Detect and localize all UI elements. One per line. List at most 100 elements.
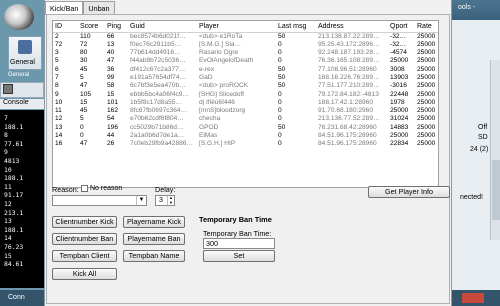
table-row[interactable]: 3 80 40 77b614dd4916… Rasario Ogre 0 92.248.18… [53,49,438,57]
table-cell: 5 [55,57,59,65]
table-row[interactable]: 10 15 101 1b5f8c17d8a55… dj Ifiěú6Î446 0 188.1… [53,98,438,107]
stepper-down-icon[interactable]: ▼ [168,200,174,206]
tempban-client-button[interactable]: Tempban Client [52,250,117,262]
table-cell: e-rex [199,65,215,73]
table-row[interactable]: 13 0 196 cc5029b71b86d… GPOD 50 76.231.68.42:2… [53,123,438,132]
table-cell: 80 [80,49,88,57]
stepper-arrows-icon[interactable]: ▲ ▼ [167,195,174,206]
tempban-name-button[interactable]: Tempban Name [123,250,185,262]
table-cell: 54 [107,115,115,123]
close-button[interactable] [462,293,484,303]
general-tab[interactable]: General [8,36,42,70]
player-list-header: ID Score Ping Guid Player Last msg Address Qpor… [53,21,438,33]
console-line: 213.1 [4,208,24,217]
column-header[interactable]: Score [78,21,105,33]
table-row[interactable]: 72 72 13 f0ec76c2911b5… [S.M.G.] Sla… 0 95.25.… [53,40,438,49]
status-text-off: Off [478,124,488,131]
table-cell: 50 [278,65,286,73]
table-cell: 22448 [390,90,409,98]
console-line: 8 [4,131,8,140]
playername-kick-button[interactable]: Playername Kick [123,216,185,228]
table-cell: 213.136.77.52:289… [318,115,380,123]
table-cell: 14 [55,132,63,140]
table-cell: 0 [278,40,282,48]
table-row[interactable]: 2 110 66 bec8574b6d021f… <dub> e1RoTa 50 213.1… [53,32,438,41]
table-cell: 6 [55,65,59,73]
column-header[interactable]: Address [316,21,388,33]
table-cell: 13 [55,123,63,131]
column-header[interactable]: Last msg [276,21,316,33]
table-cell: 1b5f8c17d8a55… [130,98,183,106]
table-cell: 26 [107,140,115,148]
column-header[interactable]: Guid [128,21,197,33]
table-row[interactable]: 12 5 54 e70b62cdf6f804… checha 0 213.136.77.52… [53,115,438,123]
kick-ban-panel: ID Score Ping Guid Player Last msg Address Qpor… [46,14,450,304]
get-player-info-button[interactable]: Get Player Info [368,186,450,198]
background-window-titlebar: ools - [452,0,500,20]
table-row[interactable]: 14 0 44 2a1a0b6d7de1a… ElMas 0 84.51.96.175:28… [53,132,438,140]
table-cell: GaD [199,73,213,81]
player-list[interactable]: ID Score Ping Guid Player Last msg Address Qpor… [52,20,439,188]
delay-stepper[interactable]: 3 ▲ ▼ [155,195,175,206]
table-cell: f0ec76c2911b5… [130,40,182,48]
status-text-count: 24 (2) [470,146,489,153]
table-cell: ElMas [199,132,218,140]
kick-all-button[interactable]: Kick All [52,268,117,280]
table-row[interactable]: 7 5 99 e191a57654df74… GaD 50 188.16.226.76:28… [53,73,438,82]
table-row[interactable]: 9 105 15 ebbb5bc4a06f4c9… [SHG] Slicedoff 0 79… [53,90,438,99]
temporary-ban-input[interactable]: 300 [203,238,275,249]
table-cell: e191a57654df74… [130,73,187,81]
column-header[interactable]: Ping [105,21,128,33]
table-cell: 25000 [417,98,436,106]
playername-ban-button[interactable]: Playername Ban [123,233,185,245]
table-cell: 40 [107,49,115,57]
connect-button[interactable]: Conn [0,290,44,306]
general-tab-label: General [10,59,35,66]
table-cell: 66 [107,32,115,40]
table-cell: 0 [278,132,282,140]
scrollbar-thumb[interactable] [492,160,500,220]
table-cell: 25000 [417,57,436,65]
table-cell: 196 [107,123,119,131]
console-icon [3,84,13,94]
table-cell: 25000 [417,40,436,48]
table-row[interactable]: 16 47 26 7c0eb29fb9a42886… [S.G.H.] HIP 0 84.5… [53,140,438,148]
delay-value: 3 [159,197,163,204]
table-cell: 45 [80,107,88,115]
right-scrollbar[interactable] [490,60,500,240]
tab-unban[interactable]: Unban [83,1,115,14]
reason-dropdown[interactable]: ▼ [52,195,147,206]
table-cell: 213.138.87.22:289… [318,32,380,40]
table-row[interactable]: 8 47 58 6c7bf3e5ea470b… <dub> proROCK 50 77.51… [53,82,438,90]
table-cell: <dub> proROCK [199,82,249,90]
table-cell: 77.51.177.210:289… [318,82,380,90]
column-header[interactable]: ID [53,21,78,33]
table-row[interactable]: 6 45 36 df412c67c2a377… e-rex 50 77.108.96.51:… [53,65,438,74]
no-reason-checkbox-row[interactable]: No reason [81,185,122,192]
clientnumber-kick-button[interactable]: Clientnumber Kick [52,216,117,228]
table-cell: 77.108.96.51:28960 [318,65,377,73]
table-cell: 0 [80,132,84,140]
set-button[interactable]: Set [203,250,275,262]
chevron-down-icon[interactable]: ▼ [136,196,146,205]
column-header[interactable]: Rate [415,21,438,33]
table-row[interactable]: 11 45 162 8fc67fb0697c364… [mnS]bloodzorg 0 91… [53,107,438,115]
table-cell: 188.16.226.76:289… [318,73,380,81]
table-cell: 50 [278,73,286,81]
table-cell: 47 [80,140,88,148]
temporary-ban-title: Temporary Ban Time [199,215,272,224]
table-row[interactable]: 5 30 47 f44ab8b72c5036… EvOlAngelofDeath 0 76.… [53,57,438,65]
table-cell: 36 [107,65,115,73]
clientnumber-ban-button[interactable]: Clientnumber Ban [52,233,117,245]
no-reason-checkbox[interactable] [81,185,88,192]
table-cell: -32… [390,32,407,40]
tab-kick-ban[interactable]: Kick/Ban [45,1,84,15]
console-line: 84.61 [4,260,24,269]
table-cell: 101 [107,98,119,106]
column-header[interactable]: Player [197,21,276,33]
table-cell: 76.36.165.108:289… [318,57,380,65]
table-cell: 0 [278,107,282,115]
console-line: 15 [4,251,12,260]
table-cell: 16 [55,140,63,148]
column-header[interactable]: Qport [388,21,415,33]
